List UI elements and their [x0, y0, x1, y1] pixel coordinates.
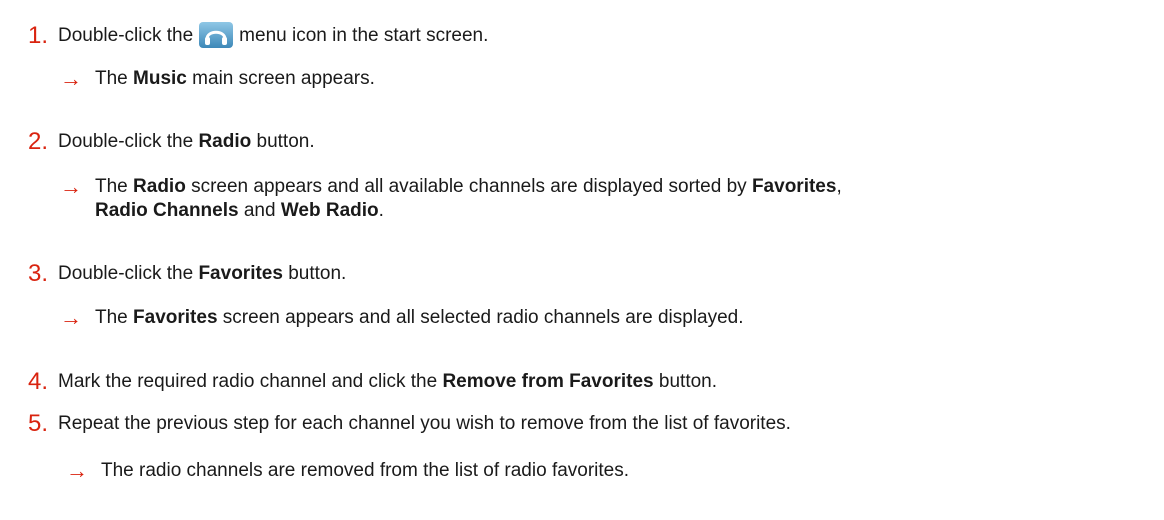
- step-text-part: Double-click the: [58, 263, 199, 284]
- result-text-part: and: [238, 200, 281, 221]
- result-bold-term: Favorites: [751, 176, 837, 197]
- step-bold-term: Favorites: [198, 263, 283, 284]
- result-arrow-icon: →: [66, 458, 88, 483]
- headphones-icon: [199, 22, 234, 48]
- result-arrow-icon: →: [60, 305, 82, 330]
- result-text-part: The: [95, 307, 134, 328]
- step-text-part: button.: [282, 263, 347, 284]
- step-text-part: button.: [653, 371, 718, 392]
- result-bold-term: Favorites: [133, 307, 218, 328]
- result-bold-term: Radio Channels: [95, 200, 239, 221]
- result-text-part: .: [378, 200, 384, 221]
- step-bold-term: Remove from Favorites: [442, 371, 654, 392]
- result-text: The radio channels are removed from the …: [101, 460, 630, 481]
- result-arrow-icon: →: [60, 174, 82, 199]
- result-text: The Radio screen appears and all availab…: [95, 175, 1164, 223]
- result-bold-term: Web Radio: [280, 200, 379, 221]
- result-text: The Favorites screen appears and all sel…: [95, 306, 744, 330]
- step-number: 5.: [28, 410, 49, 437]
- step-bold-term: Radio: [198, 131, 252, 152]
- step-5: 5. Repeat the previous step for each cha…: [28, 412, 791, 436]
- result-text-part: screen appears and all available channel…: [185, 176, 752, 197]
- step-text-part: Double-click the: [58, 131, 199, 152]
- result-text-part: The: [95, 176, 134, 197]
- step-number: 2.: [28, 128, 49, 155]
- result-text: The Music main screen appears.: [95, 67, 375, 91]
- step-5-result: → The radio channels are removed from th…: [66, 459, 629, 483]
- step-text: menu icon in the start screen.: [239, 25, 489, 46]
- result-text-part: The: [95, 68, 134, 89]
- step-text: Repeat the previous step for each channe…: [58, 413, 791, 434]
- step-text-part: Mark the required radio channel and clic…: [58, 371, 443, 392]
- step-number: 4.: [28, 368, 49, 395]
- result-arrow-icon: →: [60, 66, 82, 91]
- step-number: 1.: [28, 22, 49, 49]
- instruction-document: 1. Double-click the menu icon in the sta…: [0, 0, 1164, 520]
- step-3: 3. Double-click the Favorites button.: [28, 262, 346, 286]
- step-text: Double-click the: [58, 25, 194, 46]
- result-text-part: ,: [836, 176, 842, 197]
- result-bold-term: Radio: [133, 176, 186, 197]
- result-text-part: main screen appears.: [186, 68, 375, 89]
- step-number: 3.: [28, 260, 49, 287]
- step-text-part: button.: [251, 131, 315, 152]
- step-3-result: → The Favorites screen appears and all s…: [60, 306, 744, 330]
- step-2: 2. Double-click the Radio button.: [28, 130, 315, 154]
- step-4: 4. Mark the required radio channel and c…: [28, 370, 717, 394]
- step-2-result: → The Radio screen appears and all avail…: [60, 175, 1164, 223]
- step-text: Double-click the Radio button.: [58, 130, 315, 154]
- step-text: Double-click the Favorites button.: [58, 262, 346, 286]
- result-bold-term: Music: [133, 68, 187, 89]
- step-text: Mark the required radio channel and clic…: [58, 370, 717, 394]
- step-1: 1. Double-click the menu icon in the sta…: [28, 22, 489, 49]
- step-1-result: → The Music main screen appears.: [60, 67, 375, 91]
- result-text-part: screen appears and all selected radio ch…: [217, 307, 744, 328]
